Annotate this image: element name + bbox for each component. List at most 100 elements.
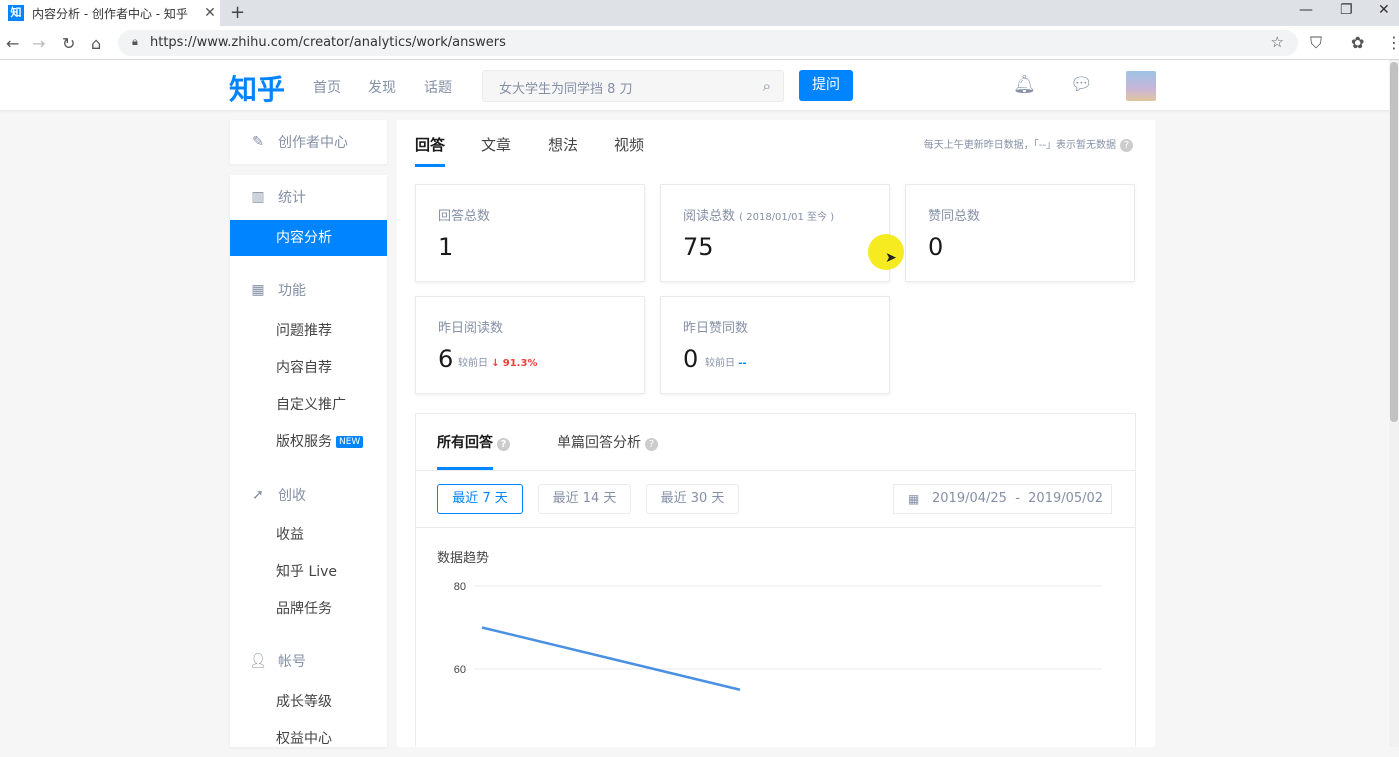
tab-title: 内容分析 - 创作者中心 - 知乎 (32, 6, 188, 21)
nav-discover[interactable]: 发现 (368, 77, 396, 97)
grid-icon: ▦ (251, 282, 265, 298)
sidebar-item-benefits[interactable]: 权益中心 (230, 721, 387, 757)
creator-center-card: ✎ 创作者中心 (230, 120, 387, 164)
stat-compare: 较前日 ↓ 91.3% (458, 358, 538, 369)
stat-label: 回答总数 (438, 209, 491, 224)
minimize-icon[interactable]: — (1299, 2, 1313, 18)
back-icon[interactable]: ← (6, 34, 19, 53)
tab-articles[interactable]: 文章 (481, 134, 511, 155)
help-icon[interactable]: ? (1120, 139, 1133, 152)
help-icon[interactable]: ? (497, 438, 510, 451)
y-tick-label: 80 (454, 581, 466, 593)
sidebar-section-income: ➚ 创收 (230, 475, 385, 515)
stat-label: 昨日赞同数 (683, 321, 749, 336)
nav-home[interactable]: 首页 (313, 77, 341, 97)
creator-center-label: 创作者中心 (278, 135, 348, 151)
stats-heading: 统计 (278, 190, 306, 206)
sidebar-item-copyright[interactable]: 版权服务 NEW (230, 424, 387, 460)
url-text: https://www.zhihu.com/creator/analytics/… (150, 35, 506, 50)
sidebar-item-content-analysis[interactable]: 内容分析 (230, 220, 387, 256)
rocket-icon: ➚ (252, 487, 264, 503)
stat-yesterday-likes: 昨日赞同数 0 较前日 -- (660, 296, 890, 394)
sidebar-section-function: ▦ 功能 (230, 270, 385, 310)
stat-total-answers: 回答总数 1 (415, 184, 645, 282)
user-icon: 👤︎ (249, 653, 267, 669)
stat-value: 1 (438, 233, 454, 261)
main-panel: 回答 文章 想法 视频 每天上午更新昨日数据，「--」表示暂无数据? 回答总数 … (397, 120, 1155, 747)
search-placeholder: 女大学生为同学挡 8 刀 (499, 82, 633, 97)
stat-compare: 较前日 -- (705, 358, 747, 369)
copyright-label: 版权服务 (276, 434, 332, 450)
stat-value: 75 (683, 233, 714, 261)
notification-bell-icon[interactable]: 🔔︎ (1013, 74, 1036, 95)
sidebar-item-brand-tasks[interactable]: 品牌任务 (230, 591, 387, 627)
divider (416, 527, 1135, 528)
window-close-icon[interactable]: ✕ (1378, 2, 1390, 18)
sidebar-item-growth-level[interactable]: 成长等级 (230, 684, 387, 720)
tab-thoughts[interactable]: 想法 (548, 134, 578, 155)
forward-icon[interactable]: → (32, 34, 45, 53)
answers-analysis-card: 所有回答? 单篇回答分析? 最近 7 天 最近 14 天 最近 30 天 ▦ 2… (415, 413, 1136, 747)
stat-label: 赞同总数 (928, 209, 981, 224)
trend-chart: 80 60 (454, 581, 1102, 691)
avatar[interactable] (1126, 71, 1156, 101)
maximize-icon[interactable]: ❐ (1340, 2, 1353, 18)
range-14-days-button[interactable]: 最近 14 天 (538, 484, 631, 514)
tab-close-icon[interactable]: ✕ (200, 5, 220, 21)
zhihu-logo[interactable]: 知乎 (229, 68, 285, 108)
sidebar-menu: ▥ 统计 内容分析 ▦ 功能 问题推荐 内容自荐 自定义推广 版权服务 NEW ➚… (230, 175, 387, 747)
tab-videos[interactable]: 视频 (614, 134, 644, 155)
lock-icon: 🔒︎ (132, 35, 138, 48)
bar-chart-icon: ▥ (251, 189, 265, 205)
nav-topics[interactable]: 话题 (424, 77, 452, 97)
ask-button[interactable]: 提问 (799, 70, 853, 101)
date-range-text: 2019/04/25 - 2019/05/02 (932, 491, 1104, 506)
new-badge: NEW (336, 436, 364, 448)
calendar-icon: ▦ (908, 492, 920, 506)
tab-answers[interactable]: 回答 (415, 134, 445, 155)
date-range-picker[interactable]: ▦ 2019/04/25 - 2019/05/02 (893, 484, 1112, 514)
series-line (481, 626, 741, 691)
mouse-cursor-icon: ➤ (885, 250, 897, 266)
message-icon[interactable]: 💬︎ (1070, 74, 1093, 95)
home-icon[interactable]: ⌂ (91, 34, 101, 53)
income-heading: 创收 (278, 488, 306, 504)
help-icon[interactable]: ? (645, 438, 658, 451)
user-edit-icon: ✎ (252, 134, 264, 150)
scrollbar-thumb[interactable] (1390, 62, 1398, 422)
account-heading: 帐号 (278, 654, 306, 670)
stat-label: 昨日阅读数 (438, 321, 504, 336)
url-field[interactable]: 🔒︎ https://www.zhihu.com/creator/analyti… (118, 30, 1298, 56)
stat-value: 0 (928, 233, 944, 261)
y-tick-label: 60 (454, 664, 466, 676)
sidebar-section-stats: ▥ 统计 (230, 177, 385, 217)
sidebar-item-earnings[interactable]: 收益 (230, 517, 387, 553)
new-tab-button[interactable]: + (230, 2, 245, 23)
extension-icon[interactable]: ✿ (1351, 33, 1364, 52)
sidebar-item-live[interactable]: 知乎 Live (230, 554, 387, 590)
sidebar-item-custom-promo[interactable]: 自定义推广 (230, 387, 387, 423)
address-bar: ← → ↻ ⌂ 🔒︎ https://www.zhihu.com/creator… (0, 26, 1399, 60)
search-icon[interactable]: ⌕ (763, 77, 771, 95)
stat-label: 阅读总数 ( 2018/01/01 至今 ) (683, 209, 835, 224)
range-30-days-button[interactable]: 最近 30 天 (646, 484, 739, 514)
stat-total-reads: 阅读总数 ( 2018/01/01 至今 ) 75 (660, 184, 890, 282)
range-7-days-button[interactable]: 最近 7 天 (437, 484, 523, 514)
sidebar-item-question-recommend[interactable]: 问题推荐 (230, 313, 387, 349)
bookmark-star-icon[interactable]: ☆ (1271, 33, 1284, 51)
stat-yesterday-reads: 昨日阅读数 6 较前日 ↓ 91.3% (415, 296, 645, 394)
sidebar-item-self-recommend[interactable]: 内容自荐 (230, 350, 387, 386)
reload-icon[interactable]: ↻ (62, 34, 75, 53)
down-arrow-icon: ↓ (491, 358, 500, 369)
function-heading: 功能 (278, 283, 306, 299)
subtab-all-answers[interactable]: 所有回答? (437, 432, 510, 452)
extension-shield-icon[interactable]: ⛉ (1310, 33, 1322, 53)
zhihu-favicon-icon: 知 (8, 5, 24, 21)
trend-title: 数据趋势 (437, 551, 490, 566)
browser-tab[interactable]: 知 内容分析 - 创作者中心 - 知乎 ✕ (0, 0, 220, 26)
browser-menu-icon[interactable]: ⋮ (1386, 33, 1399, 52)
search-input[interactable]: 女大学生为同学挡 8 刀 ⌕ (482, 70, 784, 102)
stat-value: 6 (438, 345, 454, 373)
creator-center-link[interactable]: ✎ 创作者中心 (230, 122, 385, 162)
subtab-single-answer[interactable]: 单篇回答分析? (557, 432, 658, 452)
